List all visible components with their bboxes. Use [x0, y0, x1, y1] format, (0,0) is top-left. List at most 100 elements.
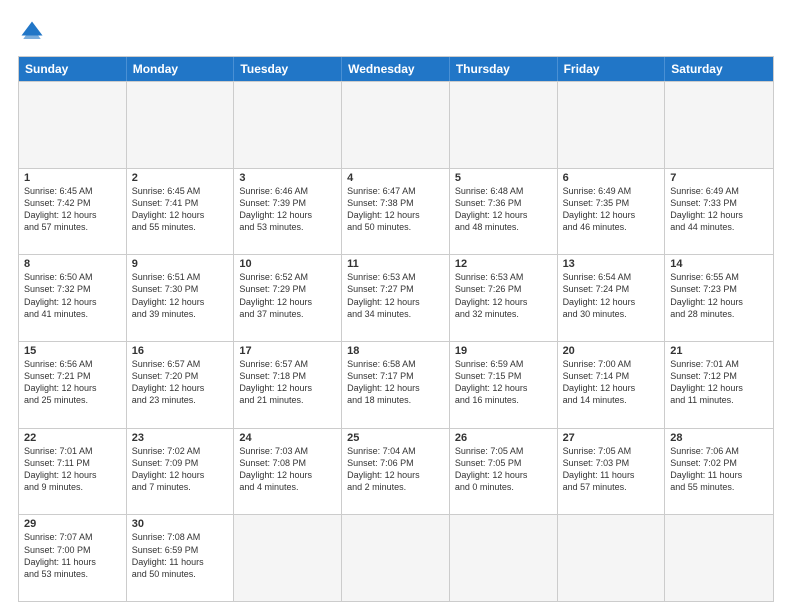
- cell-info-line: and 50 minutes.: [132, 568, 229, 580]
- header-day-saturday: Saturday: [665, 57, 773, 81]
- logo-icon: [18, 18, 46, 46]
- day-cell-22: 22Sunrise: 7:01 AMSunset: 7:11 PMDayligh…: [19, 429, 127, 515]
- empty-cell: [450, 82, 558, 168]
- cell-info-line: Sunrise: 7:05 AM: [563, 445, 660, 457]
- calendar-header: SundayMondayTuesdayWednesdayThursdayFrid…: [19, 57, 773, 81]
- cell-info-line: and 18 minutes.: [347, 394, 444, 406]
- day-cell-28: 28Sunrise: 7:06 AMSunset: 7:02 PMDayligh…: [665, 429, 773, 515]
- empty-cell: [342, 515, 450, 601]
- day-cell-1: 1Sunrise: 6:45 AMSunset: 7:42 PMDaylight…: [19, 169, 127, 255]
- cell-info-line: Sunrise: 7:00 AM: [563, 358, 660, 370]
- cell-info-line: and 57 minutes.: [563, 481, 660, 493]
- cell-info-line: Sunrise: 7:06 AM: [670, 445, 768, 457]
- empty-cell: [342, 82, 450, 168]
- day-cell-16: 16Sunrise: 6:57 AMSunset: 7:20 PMDayligh…: [127, 342, 235, 428]
- day-cell-15: 15Sunrise: 6:56 AMSunset: 7:21 PMDayligh…: [19, 342, 127, 428]
- cell-info-line: Sunset: 7:20 PM: [132, 370, 229, 382]
- cell-info-line: Daylight: 12 hours: [455, 382, 552, 394]
- day-cell-8: 8Sunrise: 6:50 AMSunset: 7:32 PMDaylight…: [19, 255, 127, 341]
- cell-info-line: and 11 minutes.: [670, 394, 768, 406]
- calendar-row-0: [19, 81, 773, 168]
- cell-info-line: and 9 minutes.: [24, 481, 121, 493]
- day-cell-12: 12Sunrise: 6:53 AMSunset: 7:26 PMDayligh…: [450, 255, 558, 341]
- day-number: 13: [563, 258, 660, 270]
- cell-info-line: Daylight: 12 hours: [455, 209, 552, 221]
- cell-info-line: and 44 minutes.: [670, 221, 768, 233]
- cell-info-line: and 53 minutes.: [239, 221, 336, 233]
- day-cell-14: 14Sunrise: 6:55 AMSunset: 7:23 PMDayligh…: [665, 255, 773, 341]
- day-number: 7: [670, 172, 768, 184]
- day-cell-21: 21Sunrise: 7:01 AMSunset: 7:12 PMDayligh…: [665, 342, 773, 428]
- cell-info-line: Daylight: 11 hours: [132, 556, 229, 568]
- day-number: 29: [24, 518, 121, 530]
- cell-info-line: Sunset: 7:18 PM: [239, 370, 336, 382]
- cell-info-line: Daylight: 12 hours: [347, 382, 444, 394]
- cell-info-line: Daylight: 12 hours: [239, 382, 336, 394]
- day-cell-6: 6Sunrise: 6:49 AMSunset: 7:35 PMDaylight…: [558, 169, 666, 255]
- cell-info-line: Sunset: 7:00 PM: [24, 544, 121, 556]
- cell-info-line: Daylight: 12 hours: [132, 209, 229, 221]
- cell-info-line: Sunset: 7:11 PM: [24, 457, 121, 469]
- cell-info-line: Sunset: 7:29 PM: [239, 283, 336, 295]
- empty-cell: [665, 515, 773, 601]
- cell-info-line: Sunset: 7:24 PM: [563, 283, 660, 295]
- cell-info-line: Sunset: 7:02 PM: [670, 457, 768, 469]
- cell-info-line: and 2 minutes.: [347, 481, 444, 493]
- day-cell-11: 11Sunrise: 6:53 AMSunset: 7:27 PMDayligh…: [342, 255, 450, 341]
- calendar-body: 1Sunrise: 6:45 AMSunset: 7:42 PM Daylight…: [19, 81, 773, 601]
- cell-info-line: Daylight: 12 hours: [24, 469, 121, 481]
- calendar-row-1: 1Sunrise: 6:45 AMSunset: 7:42 PM Daylight…: [19, 168, 773, 255]
- cell-info-line: Sunrise: 7:02 AM: [132, 445, 229, 457]
- cell-info-line: Sunset: 7:35 PM: [563, 197, 660, 209]
- day-number: 1: [24, 172, 121, 184]
- cell-info-line: Daylight: 12 hours: [239, 296, 336, 308]
- cell-info-line: and 50 minutes.: [347, 221, 444, 233]
- cell-info-line: Sunset: 7:21 PM: [24, 370, 121, 382]
- day-cell-25: 25Sunrise: 7:04 AMSunset: 7:06 PMDayligh…: [342, 429, 450, 515]
- cell-info-line: Daylight: 12 hours: [347, 469, 444, 481]
- cell-info-line: and 0 minutes.: [455, 481, 552, 493]
- day-number: 23: [132, 432, 229, 444]
- cell-info-line: and 48 minutes.: [455, 221, 552, 233]
- cell-info-line: Sunrise: 7:08 AM: [132, 531, 229, 543]
- day-number: 2: [132, 172, 229, 184]
- cell-info-line: Sunset: 7:08 PM: [239, 457, 336, 469]
- header-day-friday: Friday: [558, 57, 666, 81]
- cell-info-line: Sunrise: 6:54 AM: [563, 271, 660, 283]
- cell-info-line: Sunset: 7:39 PM: [239, 197, 336, 209]
- cell-info-line: and 14 minutes.: [563, 394, 660, 406]
- cell-info-line: and 32 minutes.: [455, 308, 552, 320]
- cell-info-line: Sunrise: 6:59 AM: [455, 358, 552, 370]
- cell-info-line: Sunset: 7:36 PM: [455, 197, 552, 209]
- cell-info-line: and 21 minutes.: [239, 394, 336, 406]
- calendar: SundayMondayTuesdayWednesdayThursdayFrid…: [18, 56, 774, 602]
- cell-info-line: Daylight: 12 hours: [670, 382, 768, 394]
- cell-info-line: Sunset: 7:42 PM: [24, 197, 121, 209]
- cell-info-line: Sunset: 7:27 PM: [347, 283, 444, 295]
- day-cell-9: 9Sunrise: 6:51 AMSunset: 7:30 PMDaylight…: [127, 255, 235, 341]
- header-day-tuesday: Tuesday: [234, 57, 342, 81]
- cell-info-line: Sunrise: 6:49 AM: [670, 185, 768, 197]
- cell-info-line: Sunset: 7:09 PM: [132, 457, 229, 469]
- day-cell-4: 4Sunrise: 6:47 AMSunset: 7:38 PMDaylight…: [342, 169, 450, 255]
- day-number: 14: [670, 258, 768, 270]
- cell-info-line: Sunrise: 6:49 AM: [563, 185, 660, 197]
- cell-info-line: Daylight: 12 hours: [24, 382, 121, 394]
- cell-info-line: Daylight: 12 hours: [132, 469, 229, 481]
- day-cell-2: 2Sunrise: 6:45 AMSunset: 7:41 PMDaylight…: [127, 169, 235, 255]
- cell-info-line: Sunset: 7:26 PM: [455, 283, 552, 295]
- cell-info-line: Sunrise: 7:01 AM: [670, 358, 768, 370]
- cell-info-line: Daylight: 12 hours: [670, 296, 768, 308]
- day-cell-30: 30Sunrise: 7:08 AMSunset: 6:59 PMDayligh…: [127, 515, 235, 601]
- cell-info-line: and 41 minutes.: [24, 308, 121, 320]
- header-day-monday: Monday: [127, 57, 235, 81]
- day-number: 3: [239, 172, 336, 184]
- day-number: 17: [239, 345, 336, 357]
- cell-info-line: Sunrise: 6:52 AM: [239, 271, 336, 283]
- day-number: 15: [24, 345, 121, 357]
- day-cell-5: 5Sunrise: 6:48 AMSunset: 7:36 PMDaylight…: [450, 169, 558, 255]
- cell-info-line: Sunrise: 6:45 AM: [24, 185, 121, 197]
- cell-info-line: and 16 minutes.: [455, 394, 552, 406]
- header-day-thursday: Thursday: [450, 57, 558, 81]
- cell-info-line: and 28 minutes.: [670, 308, 768, 320]
